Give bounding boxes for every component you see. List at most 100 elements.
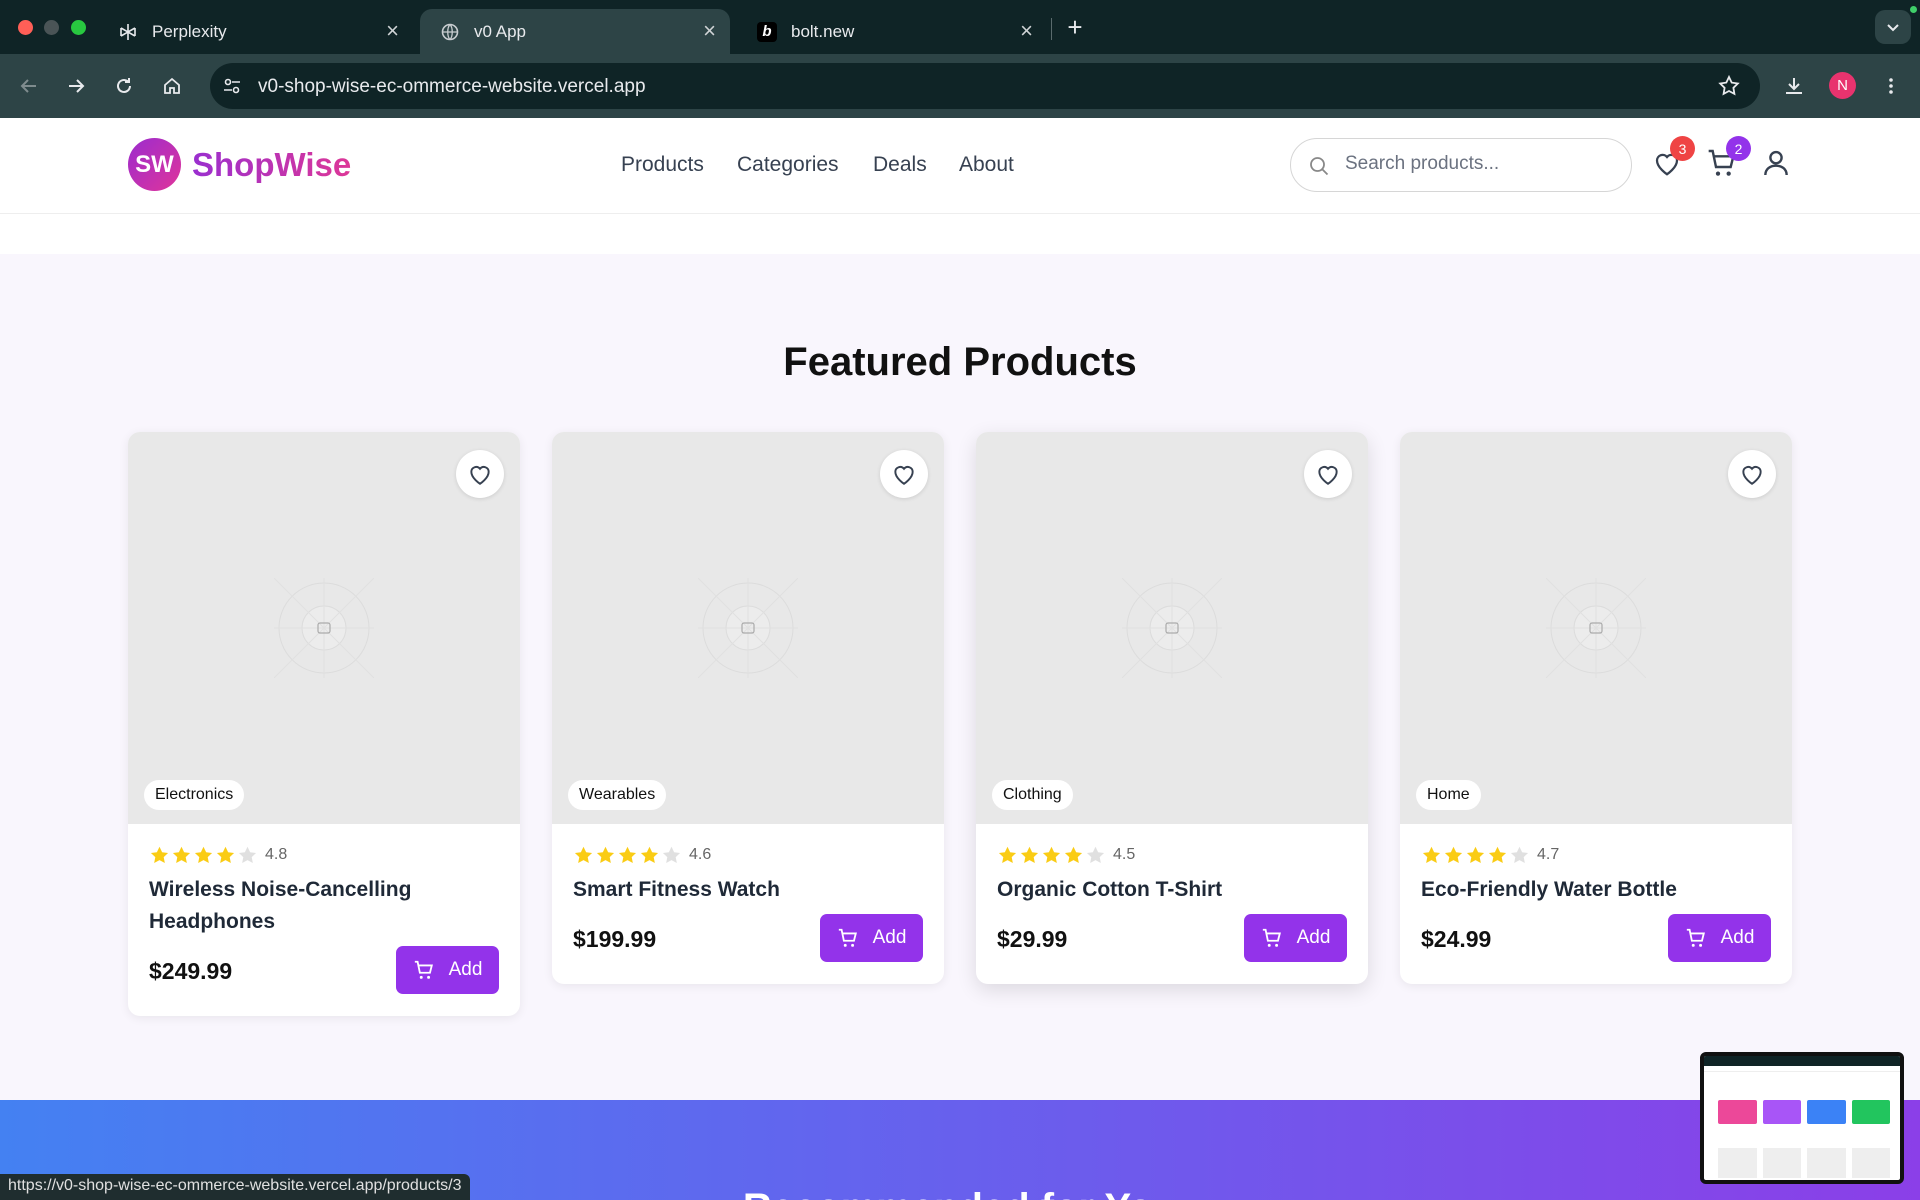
- product-name[interactable]: Eco-Friendly Water Bottle: [1421, 874, 1771, 906]
- star-icon: [998, 846, 1017, 863]
- product-card[interactable]: Clothing 4.5 Organic Cotton T-Shirt $29.…: [976, 432, 1368, 984]
- heart-icon: [1742, 466, 1762, 485]
- arrow-left-icon: [20, 79, 36, 93]
- star-rating: 4.8: [149, 844, 499, 866]
- search-input[interactable]: [1345, 153, 1605, 175]
- product-card[interactable]: Home 4.7 Eco-Friendly Water Bottle $24.9…: [1400, 432, 1792, 984]
- reload-icon: [117, 78, 131, 93]
- shopping-cart-icon: [1262, 928, 1281, 947]
- product-card[interactable]: Electronics 4.8 Wireless Noise-Cancellin…: [128, 432, 520, 1016]
- wishlist-button[interactable]: 3: [1652, 136, 1695, 180]
- user-icon: [1764, 150, 1788, 176]
- star-icon: [1488, 846, 1507, 863]
- cart-count-badge: 2: [1726, 136, 1751, 161]
- star-icon: [1444, 846, 1463, 863]
- address-bar[interactable]: v0-shop-wise-ec-ommerce-website.vercel.a…: [210, 63, 1760, 109]
- search-icon: [1308, 155, 1330, 182]
- browser-toolbar: v0-shop-wise-ec-ommerce-website.vercel.a…: [0, 54, 1920, 118]
- product-image[interactable]: Electronics: [128, 432, 520, 824]
- close-tab-icon[interactable]: ×: [1020, 20, 1033, 42]
- nav-categories[interactable]: Categories: [737, 153, 839, 177]
- maximize-window-button[interactable]: [71, 20, 86, 35]
- account-button[interactable]: [1760, 146, 1794, 180]
- product-image[interactable]: Home: [1400, 432, 1792, 824]
- close-tab-icon[interactable]: ×: [386, 20, 399, 42]
- search-box: [1290, 138, 1632, 192]
- logo-badge[interactable]: SW: [128, 138, 181, 191]
- rating-value: 4.6: [689, 846, 712, 863]
- nav-products[interactable]: Products: [621, 153, 704, 177]
- downloads-button[interactable]: [1778, 70, 1810, 102]
- star-empty-icon: [662, 846, 681, 863]
- logo-text[interactable]: ShopWise: [192, 146, 351, 184]
- add-to-wishlist-button[interactable]: [456, 450, 504, 498]
- product-name[interactable]: Wireless Noise-Cancelling Headphones: [149, 874, 499, 938]
- home-button[interactable]: [156, 70, 188, 102]
- close-window-button[interactable]: [18, 20, 33, 35]
- heart-icon: [470, 466, 490, 485]
- star-icon: [194, 846, 213, 863]
- site-header: SW ShopWise Products Categories Deals Ab…: [0, 118, 1920, 214]
- image-placeholder-icon: [698, 578, 798, 678]
- heart-icon: [1318, 466, 1338, 485]
- product-price: $249.99: [149, 958, 233, 984]
- close-tab-icon[interactable]: ×: [703, 20, 716, 42]
- add-to-wishlist-button[interactable]: [1304, 450, 1352, 498]
- url-text: v0-shop-wise-ec-ommerce-website.vercel.a…: [258, 76, 646, 97]
- site-settings-icon[interactable]: [222, 76, 242, 101]
- nav-deals[interactable]: Deals: [873, 153, 927, 177]
- add-to-wishlist-button[interactable]: [880, 450, 928, 498]
- product-name[interactable]: Organic Cotton T-Shirt: [997, 874, 1347, 906]
- thumbnail-cards: [1704, 1124, 1900, 1178]
- product-image[interactable]: Clothing: [976, 432, 1368, 824]
- star-icon: [618, 846, 637, 863]
- bookmark-star-icon[interactable]: [1717, 74, 1741, 103]
- tab-search-button[interactable]: [1875, 10, 1911, 44]
- add-label: Add: [1720, 927, 1755, 948]
- profile-avatar[interactable]: N: [1829, 72, 1856, 99]
- tab-bolt[interactable]: b bolt.new ×: [737, 9, 1047, 54]
- preview-thumbnail[interactable]: [1700, 1052, 1904, 1184]
- browser-menu-button[interactable]: [1875, 70, 1907, 102]
- perplexity-icon: [118, 22, 138, 42]
- star-icon: [1422, 846, 1441, 863]
- minimize-window-button[interactable]: [44, 20, 59, 35]
- status-bar-url: https://v0-shop-wise-ec-ommerce-website.…: [0, 1174, 470, 1200]
- tab-v0-app[interactable]: v0 App ×: [420, 9, 730, 54]
- reload-button[interactable]: [108, 70, 140, 102]
- more-vertical-icon: [1889, 78, 1893, 94]
- add-to-cart-button[interactable]: Add: [820, 914, 923, 962]
- add-to-cart-button[interactable]: Add: [396, 946, 499, 994]
- add-to-wishlist-button[interactable]: [1728, 450, 1776, 498]
- star-rating: 4.5: [997, 844, 1347, 866]
- star-icon: [596, 846, 615, 863]
- heart-icon: [894, 466, 914, 485]
- thumbnail-tiles: [1704, 1072, 1900, 1124]
- product-name[interactable]: Smart Fitness Watch: [573, 874, 923, 906]
- forward-button[interactable]: [60, 70, 92, 102]
- tab-title: v0 App: [474, 21, 526, 41]
- product-price: $24.99: [1421, 926, 1492, 952]
- shopping-cart-icon: [1686, 928, 1705, 947]
- arrow-right-icon: [69, 79, 85, 93]
- image-placeholder-icon: [1546, 578, 1646, 678]
- add-to-cart-button[interactable]: Add: [1244, 914, 1347, 962]
- back-button[interactable]: [13, 70, 45, 102]
- new-tab-button[interactable]: +: [1062, 12, 1088, 42]
- add-to-cart-button[interactable]: Add: [1668, 914, 1771, 962]
- rating-value: 4.7: [1537, 846, 1560, 863]
- star-icon: [1042, 846, 1061, 863]
- category-badge: Electronics: [144, 780, 245, 810]
- add-label: Add: [872, 927, 907, 948]
- star-icon: [150, 846, 169, 863]
- nav-about[interactable]: About: [959, 153, 1014, 177]
- product-card[interactable]: Wearables 4.6 Smart Fitness Watch $199.9…: [552, 432, 944, 984]
- tab-perplexity[interactable]: Perplexity ×: [98, 9, 413, 54]
- product-price: $29.99: [997, 926, 1068, 952]
- product-image[interactable]: Wearables: [552, 432, 944, 824]
- cart-button[interactable]: 2: [1706, 136, 1751, 180]
- image-placeholder-icon: [274, 578, 374, 678]
- star-icon: [574, 846, 593, 863]
- download-icon: [1786, 78, 1802, 94]
- home-icon: [164, 77, 180, 94]
